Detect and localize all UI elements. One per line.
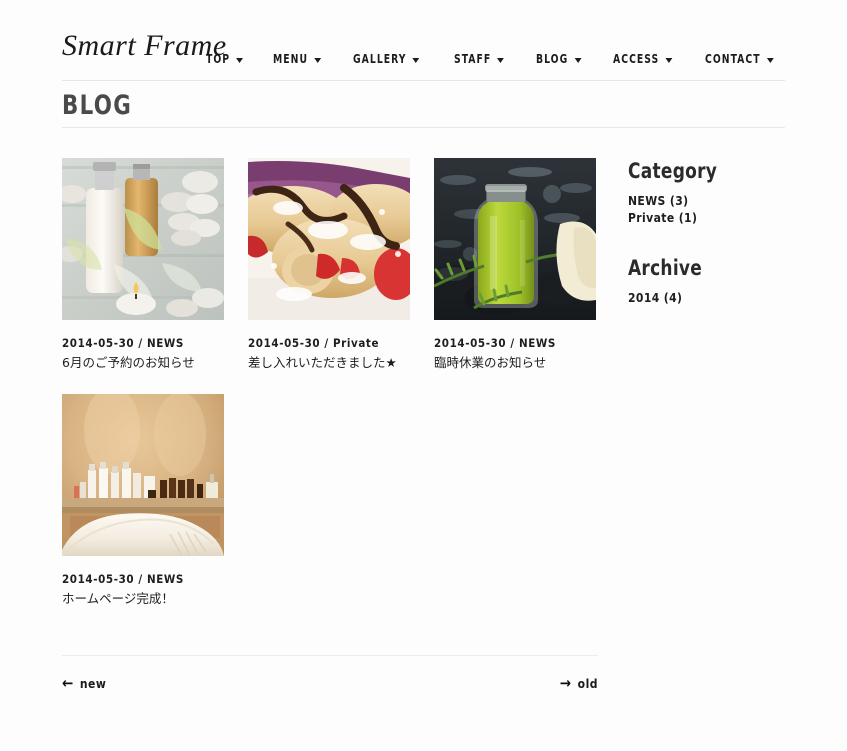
- post-thumbnail-treatment-room[interactable]: [62, 393, 224, 556]
- spa-bottles-image: [62, 158, 224, 320]
- post-meta: 2014-05-30 / Private: [248, 336, 380, 350]
- nav-item-access[interactable]: ACCESS: [613, 52, 672, 66]
- nav-label: MENU: [272, 52, 308, 66]
- post-title[interactable]: 6月のご予約のお知らせ: [62, 355, 224, 372]
- arrow-right-icon: →: [559, 674, 572, 692]
- spa-treatment-room-image: [62, 393, 224, 556]
- nav-label: BLOG: [536, 52, 569, 66]
- blog-post-item: 2014-05-30 / Private 差し入れいただきました★: [248, 158, 410, 372]
- sidebar-archive-heading: Archive: [628, 256, 703, 281]
- post-meta: 2014-05-30 / NEWS: [62, 336, 184, 350]
- nav-label: GALLERY: [352, 52, 407, 66]
- chevron-down-icon: [412, 57, 419, 63]
- sidebar-category-item-private[interactable]: Private (1): [628, 210, 788, 227]
- nav-label: STAFF: [453, 52, 492, 66]
- post-thumbnail-spa-bottles[interactable]: [62, 158, 224, 320]
- sidebar-category-heading: Category: [628, 159, 718, 183]
- site-logo[interactable]: Smart Frame: [62, 29, 227, 63]
- sidebar-category-item-news[interactable]: NEWS (3): [628, 193, 788, 210]
- chevron-down-icon: [766, 57, 774, 63]
- post-meta: 2014-05-30 / NEWS: [62, 571, 184, 586]
- post-thumbnail-crepes[interactable]: [248, 158, 410, 320]
- nav-item-contact[interactable]: CONTACT: [705, 52, 774, 66]
- post-meta: 2014-05-30 / NEWS: [434, 336, 556, 350]
- post-title[interactable]: ホームページ完成！: [62, 591, 224, 608]
- sidebar-archive-block: Archive 2014 (4): [628, 257, 788, 307]
- pagination-older-label: old: [577, 676, 598, 691]
- pagination-newer-link[interactable]: ← new: [62, 676, 106, 691]
- sidebar-category-block: Category NEWS (3) Private (1): [628, 159, 788, 227]
- crepes-image: [248, 158, 410, 320]
- sidebar-archive-list: 2014 (4): [628, 290, 788, 307]
- blog-post-item: 2014-05-30 / NEWS ホームページ完成！: [62, 393, 224, 608]
- blog-post-item: 2014-05-30 / NEWS 臨時休業のお知らせ: [434, 158, 596, 372]
- pagination: ← new → old: [62, 655, 598, 691]
- post-title[interactable]: 差し入れいただきました★: [248, 355, 410, 372]
- green-oil-bottle-image: [434, 158, 596, 320]
- page-title: BLOG: [62, 90, 133, 121]
- sidebar: Category NEWS (3) Private (1) Archive 20…: [628, 159, 788, 307]
- nav-label: CONTACT: [705, 52, 761, 66]
- nav-label: TOP: [205, 52, 230, 66]
- nav-item-staff[interactable]: STAFF: [454, 52, 504, 66]
- post-title[interactable]: 臨時休業のお知らせ: [434, 355, 596, 372]
- blog-post-grid: 2014-05-30 / NEWS 6月のご予約のお知らせ 2014-05-30…: [62, 158, 598, 630]
- chevron-down-icon: [664, 57, 672, 63]
- chevron-down-icon: [235, 57, 243, 63]
- chevron-down-icon: [313, 57, 321, 63]
- nav-label: ACCESS: [612, 52, 659, 66]
- arrow-left-icon: ←: [62, 674, 74, 692]
- nav-item-blog[interactable]: BLOG: [536, 52, 582, 66]
- sidebar-archive-item-2014[interactable]: 2014 (4): [628, 290, 788, 307]
- pagination-newer-label: new: [79, 676, 107, 691]
- nav-item-top[interactable]: TOP: [206, 52, 243, 66]
- nav-item-gallery[interactable]: GALLERY: [353, 52, 419, 66]
- chevron-down-icon: [574, 57, 582, 63]
- blog-post-item: 2014-05-30 / NEWS 6月のご予約のお知らせ: [62, 158, 224, 372]
- page-root: Smart Frame TOP MENU GALLERY STAFF BLOG: [0, 0, 847, 751]
- pagination-older-link[interactable]: → old: [560, 676, 598, 691]
- site-header: Smart Frame TOP MENU GALLERY STAFF BLOG: [62, 0, 785, 81]
- main-navigation: TOP MENU GALLERY STAFF BLOG ACCESS CONTA…: [206, 52, 785, 66]
- post-thumbnail-green-oil[interactable]: [434, 158, 596, 320]
- page-title-section: BLOG: [62, 92, 785, 128]
- nav-item-menu[interactable]: MENU: [273, 52, 321, 66]
- chevron-down-icon: [497, 57, 504, 63]
- sidebar-category-list: NEWS (3) Private (1): [628, 193, 788, 227]
